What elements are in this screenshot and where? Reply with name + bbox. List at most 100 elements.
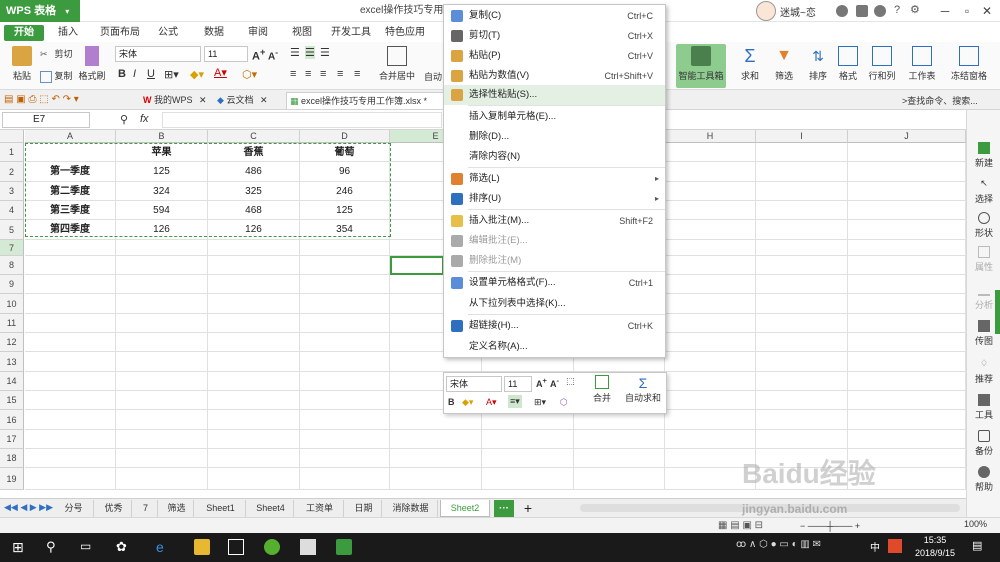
ime-indicator[interactable]: 中 (870, 539, 886, 555)
cell[interactable] (300, 468, 390, 490)
fan-icon[interactable]: ✿ (116, 539, 132, 555)
cell[interactable] (116, 391, 208, 410)
mini-align-icon[interactable]: ≡▾ (508, 395, 522, 408)
settings-icon[interactable]: ⚙ (910, 3, 920, 16)
close-icon[interactable]: ✕ (260, 95, 268, 105)
cell[interactable] (756, 294, 848, 314)
cell[interactable] (208, 294, 300, 314)
quick-access-icons[interactable]: ▤ ▣ ⎙ ⬚ ↶ ↷ ▾ (4, 94, 79, 105)
tab-home[interactable]: 开始 (4, 25, 44, 41)
cell[interactable] (116, 294, 208, 314)
mini-font-name[interactable]: 宋体 (446, 376, 502, 392)
cell[interactable] (116, 333, 208, 352)
cell[interactable] (756, 410, 848, 430)
cell[interactable] (848, 314, 966, 333)
zoom-find-icon[interactable]: ⚲ (120, 113, 128, 126)
cell[interactable] (848, 333, 966, 352)
cell[interactable] (848, 143, 966, 162)
menu-item[interactable]: 超链接(H)... Ctrl+K (444, 316, 665, 336)
cell[interactable] (756, 314, 848, 333)
row-header-3[interactable]: 3 (0, 182, 24, 201)
sheet-tab[interactable]: 7 (134, 500, 158, 517)
cell[interactable] (208, 333, 300, 352)
formula-input[interactable] (162, 112, 442, 128)
task-view-icon[interactable]: ▭ (80, 539, 96, 555)
cell[interactable] (848, 391, 966, 410)
cell[interactable] (848, 430, 966, 449)
align-bottom-icon[interactable]: ☰ (320, 46, 330, 59)
cut-button[interactable]: ✂ 剪切 (40, 47, 73, 61)
cell[interactable] (116, 352, 208, 372)
cell[interactable] (208, 410, 300, 430)
menu-item[interactable]: 定义名称(A)... (444, 337, 665, 357)
auto-wrap-button[interactable]: 自动 (424, 70, 442, 83)
cell[interactable] (848, 201, 966, 220)
sheet-tab[interactable]: 消除数据 (384, 500, 438, 517)
mini-font-size[interactable]: 11 (504, 376, 532, 392)
cell[interactable] (25, 314, 116, 333)
justify-icon[interactable]: ≡ (337, 68, 343, 80)
cell[interactable] (665, 333, 756, 352)
cell[interactable] (300, 294, 390, 314)
menu-item[interactable]: 设置单元格格式(F)... Ctrl+1 (444, 273, 665, 293)
cell[interactable] (116, 275, 208, 294)
cell[interactable] (208, 430, 300, 449)
value-cell[interactable]: 486 (208, 162, 300, 182)
cell[interactable] (756, 352, 848, 372)
cell[interactable] (665, 143, 756, 162)
menu-item[interactable]: 剪切(T) Ctrl+X (444, 26, 665, 46)
value-cell[interactable]: 126 (116, 220, 208, 240)
cell[interactable] (848, 372, 966, 391)
align-top-icon[interactable]: ☰ (290, 46, 300, 59)
sheet-nav-arrows[interactable]: ◀◀ ◀ ▶ ▶▶ (4, 502, 53, 513)
help-icon[interactable]: ? (894, 4, 900, 16)
cell[interactable] (756, 220, 848, 240)
wps-taskbar-icon[interactable] (336, 539, 352, 555)
underline-button[interactable]: U (147, 68, 155, 80)
browser-icon[interactable] (264, 539, 280, 555)
row-header-14[interactable]: 14 (0, 372, 24, 391)
cell[interactable] (208, 391, 300, 410)
tab-developer[interactable]: 开发工具 (328, 25, 374, 41)
mini-fill-color-icon[interactable]: ◆▾ (462, 397, 473, 408)
row-header-7[interactable]: 7 (0, 240, 24, 256)
tab-my-wps[interactable]: W 我的WPS ✕ (140, 92, 210, 109)
tab-page-layout[interactable]: 页面布局 (96, 25, 144, 41)
tab-review[interactable]: 审阅 (240, 25, 276, 41)
mail-icon[interactable] (228, 539, 244, 555)
align-right-icon[interactable]: ≡ (320, 68, 326, 80)
menu-item[interactable]: 插入复制单元格(E)... (444, 107, 665, 127)
user-name[interactable]: 迷城~恋 (780, 4, 816, 19)
cell[interactable] (25, 256, 116, 275)
share-icon[interactable] (874, 5, 886, 17)
cell[interactable] (25, 275, 116, 294)
row-header-13[interactable]: 13 (0, 352, 24, 372)
row-header-2[interactable]: 2 (0, 162, 24, 182)
skin-icon[interactable] (836, 5, 848, 17)
tab-cloud-docs[interactable]: ◆ 云文档 ✕ (214, 92, 284, 109)
menu-item[interactable]: 从下拉列表中选择(K)... (444, 294, 665, 314)
cell[interactable] (756, 143, 848, 162)
search-commands[interactable]: >查找命令、搜索... (902, 94, 978, 107)
mini-clear-icon[interactable]: ⬡ (560, 397, 568, 408)
increase-font-button[interactable]: A+ (252, 47, 265, 63)
menu-item[interactable]: 删除(D)... (444, 127, 665, 147)
sidebar-help[interactable]: 帮助 (967, 462, 1000, 496)
name-box[interactable]: E7 (2, 112, 90, 128)
value-cell[interactable]: 325 (208, 182, 300, 201)
windows-start-icon[interactable]: ⊞ (12, 539, 28, 555)
notification-icon[interactable]: ▤ (972, 539, 988, 555)
paste-button[interactable]: 粘贴 (4, 44, 40, 88)
menu-item[interactable]: 粘贴为数值(V) Ctrl+Shift+V (444, 66, 665, 86)
cell[interactable] (665, 162, 756, 182)
row-label-cell[interactable]: 第一季度 (25, 162, 116, 182)
menu-item[interactable]: 插入批注(M)... Shift+F2 (444, 211, 665, 231)
cell[interactable] (390, 430, 482, 449)
cell[interactable] (574, 430, 665, 449)
cell[interactable] (574, 449, 665, 468)
cell[interactable] (300, 352, 390, 372)
cell[interactable] (848, 410, 966, 430)
cell[interactable] (116, 314, 208, 333)
cell[interactable] (482, 430, 574, 449)
cell[interactable] (25, 449, 116, 468)
